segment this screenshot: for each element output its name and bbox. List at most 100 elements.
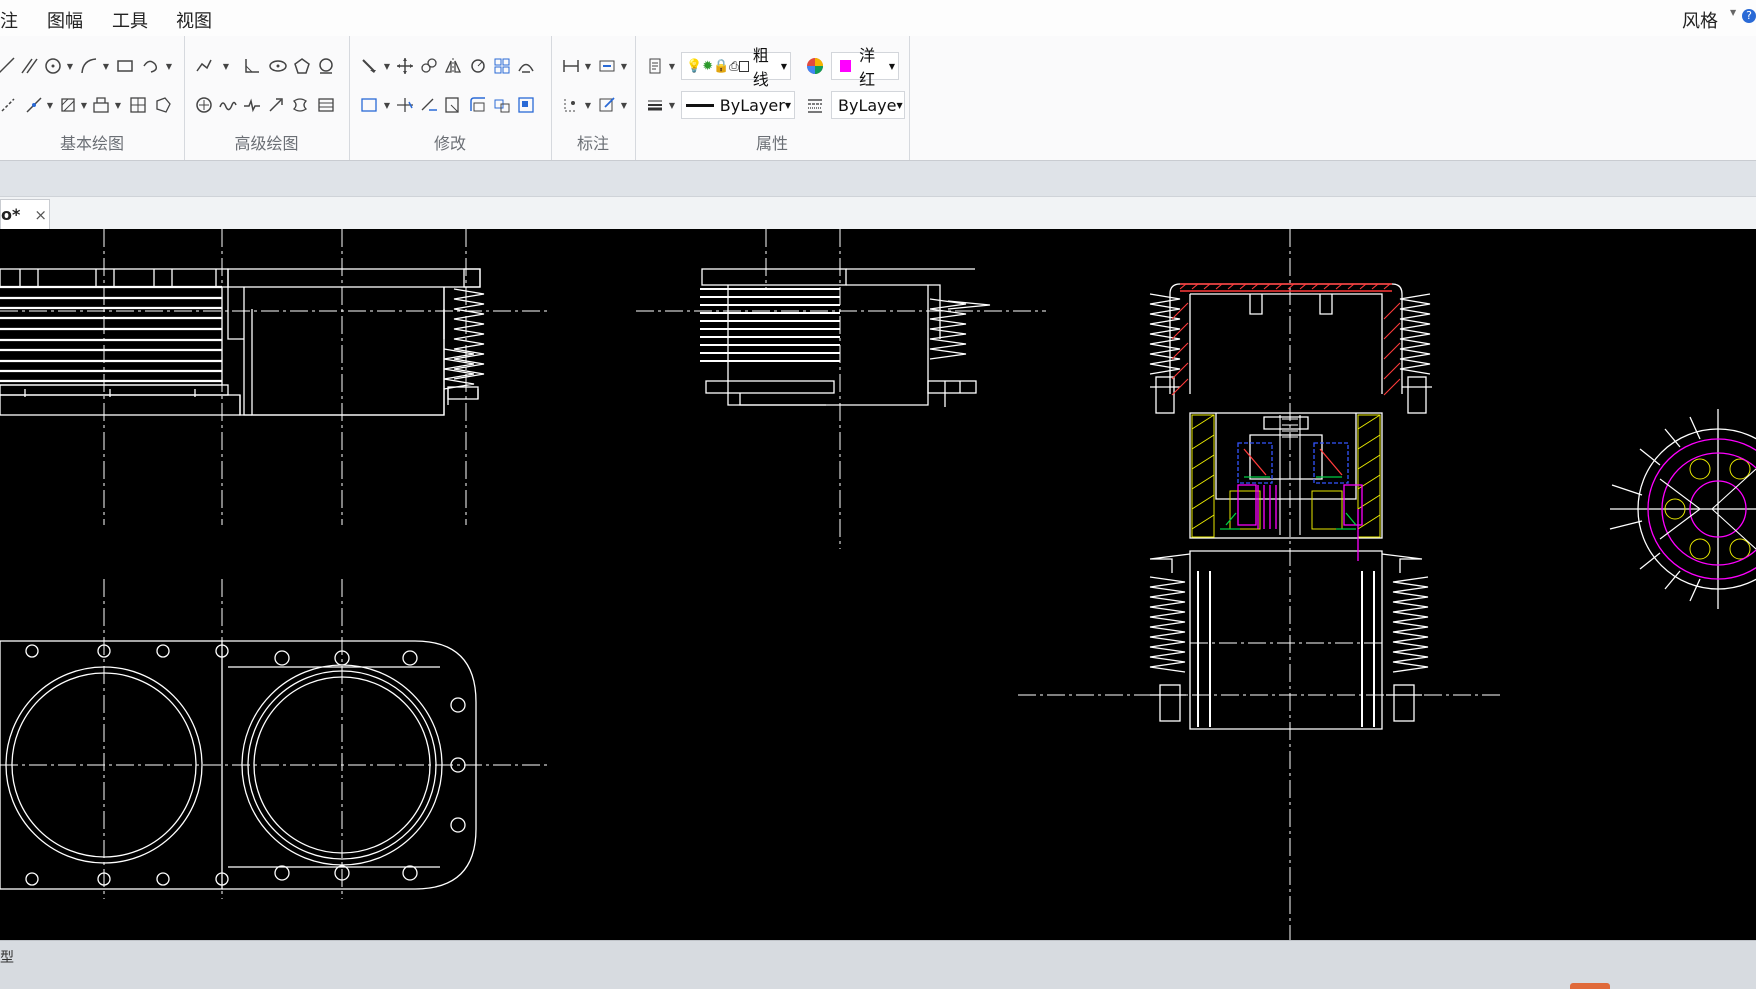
style-menu[interactable]: 风格 bbox=[1682, 7, 1718, 33]
menu-view[interactable]: 视图 bbox=[176, 7, 212, 33]
circle-dropdown-icon[interactable]: ▼ bbox=[66, 54, 74, 78]
group-properties: ▼ 💡 ✹ 🔒 ⎙ 粗线 ▼ 洋红 ▼ ▼ ByLayer ▼ ByLaye ▼ bbox=[635, 36, 910, 160]
edit-object-icon[interactable] bbox=[514, 93, 538, 117]
layer-color-icon bbox=[738, 60, 749, 72]
drawing-canvas[interactable] bbox=[0, 229, 1756, 940]
centerlines bbox=[0, 229, 1500, 940]
block-dropdown-icon[interactable]: ▼ bbox=[114, 93, 122, 117]
leader-dropdown-icon[interactable]: ▼ bbox=[620, 54, 628, 78]
rectangle-icon[interactable] bbox=[113, 54, 137, 78]
cloud-icon[interactable] bbox=[314, 54, 338, 78]
spline-dropdown-icon[interactable]: ▼ bbox=[165, 54, 173, 78]
dim-edit-icon[interactable] bbox=[595, 93, 619, 117]
delete-dropdown-icon[interactable]: ▼ bbox=[383, 54, 391, 78]
layer-combo[interactable]: 💡 ✹ 🔒 ⎙ 粗线 ▼ bbox=[681, 46, 791, 89]
lineweight-dropdown-icon[interactable]: ▼ bbox=[668, 93, 676, 117]
hatch-red bbox=[1171, 283, 1401, 396]
delete-icon[interactable] bbox=[357, 54, 381, 78]
trim-icon[interactable] bbox=[393, 93, 417, 117]
top-middle-elevation bbox=[700, 268, 991, 407]
dimension-icon[interactable] bbox=[559, 54, 583, 78]
line-sample-icon bbox=[686, 103, 714, 107]
polygon-icon[interactable] bbox=[290, 54, 314, 78]
copy-icon[interactable] bbox=[417, 54, 441, 78]
help-icon[interactable]: ? bbox=[1742, 9, 1756, 23]
grid-icon[interactable] bbox=[126, 93, 150, 117]
dim-edit-dropdown-icon[interactable]: ▼ bbox=[620, 93, 628, 117]
layer-name: 粗线 bbox=[752, 46, 769, 89]
stretch-icon[interactable] bbox=[357, 93, 381, 117]
coordinate-dim-icon[interactable] bbox=[559, 93, 583, 117]
donut-icon[interactable] bbox=[192, 93, 216, 117]
text-block-icon[interactable] bbox=[89, 93, 113, 117]
mirror-icon[interactable] bbox=[441, 54, 465, 78]
hatch-icon[interactable] bbox=[56, 93, 80, 117]
arc-dropdown-icon[interactable]: ▼ bbox=[102, 54, 110, 78]
leader-icon[interactable] bbox=[595, 54, 619, 78]
rotate-icon[interactable] bbox=[466, 54, 490, 78]
status-bar: 型 bbox=[0, 940, 1756, 989]
menu-sheet[interactable]: 图幅 bbox=[47, 7, 83, 33]
arc-icon[interactable] bbox=[77, 54, 101, 78]
fillet-icon[interactable] bbox=[466, 93, 490, 117]
far-right-radial-view bbox=[1609, 409, 1756, 609]
construction-dropdown-icon[interactable]: ▼ bbox=[46, 93, 54, 117]
menu-bar: 注 图幅 工具 视图 风格 ▼ ? bbox=[0, 0, 1756, 37]
polyline-dropdown-icon[interactable]: ▼ bbox=[222, 54, 230, 78]
color-wheel-icon[interactable] bbox=[803, 54, 827, 78]
layer-manager-dropdown-icon[interactable]: ▼ bbox=[668, 54, 676, 78]
offset-icon[interactable] bbox=[514, 54, 538, 78]
point-icon[interactable] bbox=[0, 93, 20, 117]
linetype-combo[interactable]: ByLayer ▼ bbox=[681, 91, 795, 119]
hatch-dropdown-icon[interactable]: ▼ bbox=[80, 93, 88, 117]
spline-icon[interactable] bbox=[139, 54, 163, 78]
array-icon[interactable] bbox=[490, 54, 514, 78]
scale-icon[interactable] bbox=[441, 93, 465, 117]
explode-icon[interactable] bbox=[490, 93, 514, 117]
linestyle-icon[interactable] bbox=[803, 93, 827, 117]
dimension-dropdown-icon[interactable]: ▼ bbox=[584, 54, 592, 78]
move-icon[interactable] bbox=[393, 54, 417, 78]
color-bylayer-dropdown-icon[interactable]: ▼ bbox=[896, 101, 902, 110]
color-dropdown-icon[interactable]: ▼ bbox=[889, 62, 895, 71]
menu-tools[interactable]: 工具 bbox=[112, 7, 148, 33]
close-tab-icon[interactable]: × bbox=[34, 206, 47, 224]
linetype-value: ByLayer bbox=[719, 95, 785, 115]
parallel-line-icon[interactable] bbox=[17, 54, 41, 78]
construction-line-icon[interactable] bbox=[22, 93, 46, 117]
layer-dropdown-icon[interactable]: ▼ bbox=[781, 62, 787, 71]
drawing-lines bbox=[0, 268, 1756, 890]
color-bylayer-combo[interactable]: ByLaye ▼ bbox=[831, 91, 905, 119]
extend-icon[interactable] bbox=[417, 93, 441, 117]
stretch-dropdown-icon[interactable]: ▼ bbox=[383, 93, 391, 117]
lock-icon: 🔒 bbox=[713, 58, 730, 74]
lineweight-icon[interactable] bbox=[643, 93, 667, 117]
lightbulb-icon: 💡 bbox=[686, 58, 703, 74]
color-bylayer-value: ByLaye bbox=[838, 95, 897, 115]
color-combo[interactable]: 洋红 ▼ bbox=[831, 46, 899, 89]
wave-line-icon[interactable] bbox=[216, 93, 240, 117]
group-label-dimension: 标注 bbox=[576, 134, 609, 153]
break-line-icon[interactable] bbox=[240, 93, 264, 117]
ellipse-icon[interactable] bbox=[266, 54, 290, 78]
circle-icon[interactable] bbox=[41, 54, 65, 78]
coordinate-dropdown-icon[interactable]: ▼ bbox=[584, 93, 592, 117]
group-advanced-draw: ▼ 高级绘图 bbox=[184, 36, 350, 160]
menu-annotate[interactable]: 注 bbox=[0, 7, 18, 33]
region-icon[interactable] bbox=[151, 93, 175, 117]
ortho-line-icon[interactable] bbox=[240, 54, 264, 78]
linetype-dropdown-icon[interactable]: ▼ bbox=[785, 101, 791, 110]
style-dropdown-icon[interactable]: ▼ bbox=[1730, 8, 1736, 17]
polyline-icon[interactable] bbox=[192, 54, 216, 78]
group-label-properties: 属性 bbox=[755, 134, 788, 153]
top-left-elevation bbox=[0, 268, 485, 416]
toolbar-strip bbox=[0, 161, 1756, 197]
gear-shape-icon[interactable] bbox=[288, 93, 312, 117]
document-tab[interactable]: o* × bbox=[0, 199, 50, 229]
line-tool-icon[interactable] bbox=[0, 54, 18, 78]
table-icon[interactable] bbox=[314, 93, 338, 117]
printer-icon: ⎙ bbox=[729, 58, 739, 73]
arrow-icon[interactable] bbox=[264, 93, 288, 117]
ribbon: ▼ ▼ ▼ ▼ ▼ ▼ 基本绘图 ▼ 高级绘图 ▼ ▼ 修改 ▼ ▼ ▼ ▼ 标… bbox=[0, 36, 1756, 161]
layer-manager-icon[interactable] bbox=[643, 54, 667, 78]
